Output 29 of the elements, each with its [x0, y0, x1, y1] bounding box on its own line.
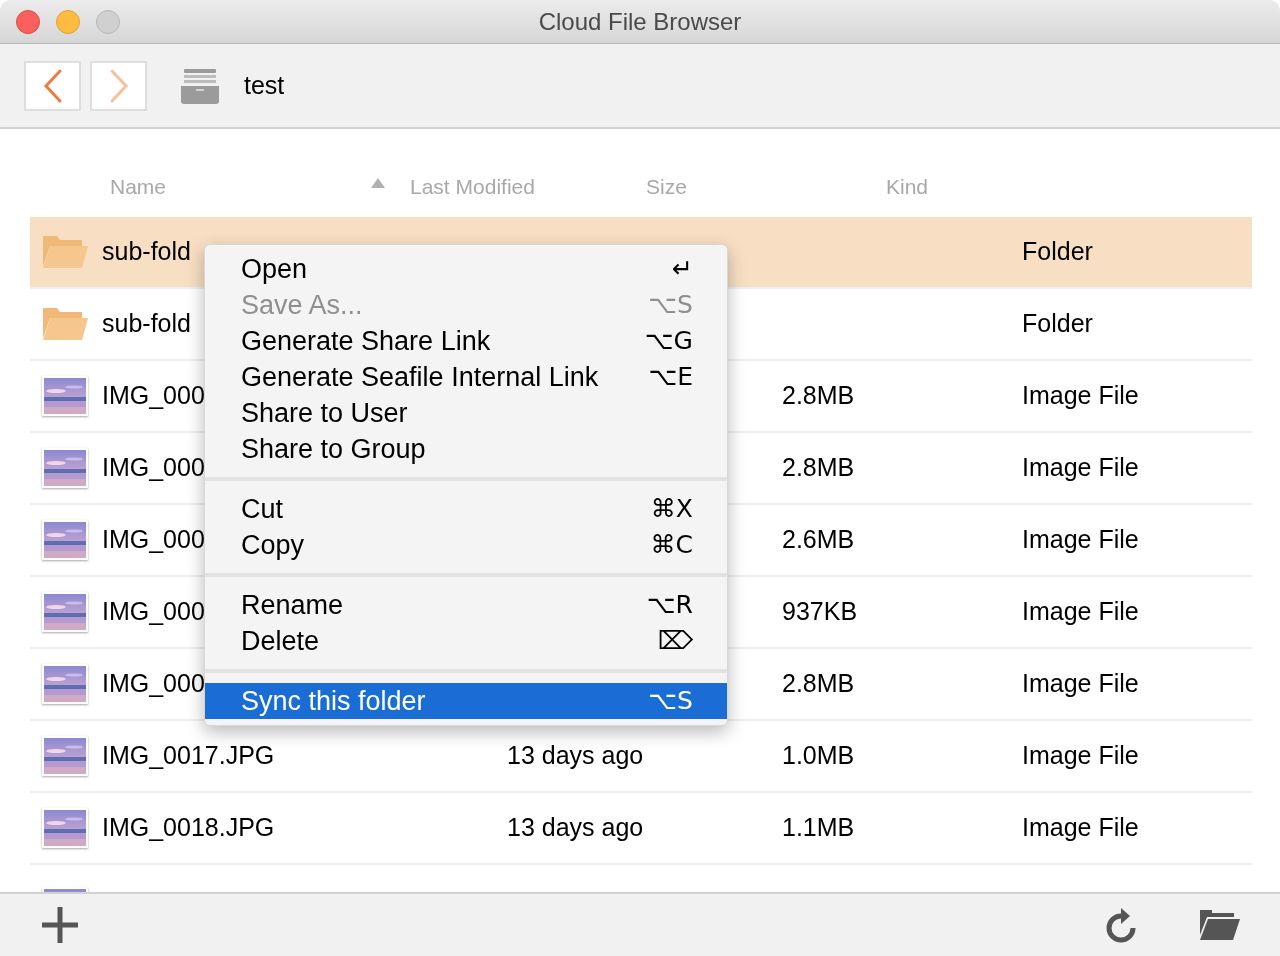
file-kind: Image File: [1022, 381, 1139, 410]
file-kind: Image File: [1022, 525, 1139, 554]
file-name: IMG_000: [102, 597, 205, 626]
file-kind: Folder: [1022, 237, 1093, 266]
file-name: IMG_0017.JPG: [102, 741, 275, 770]
file-name: IMG_0018.JPG: [102, 813, 275, 842]
file-size: 1.0MB: [782, 741, 855, 770]
file-name: sub-fold: [102, 237, 191, 266]
file-name: IMG_000: [102, 381, 205, 410]
modified-date: 13 days ago: [507, 741, 644, 770]
window-title: Cloud File Browser: [538, 6, 742, 37]
file-kind: Image File: [1022, 453, 1139, 482]
file-size: 2.8MB: [782, 381, 855, 410]
file-name: IMG_000: [102, 669, 205, 698]
file-name: IMG_000: [102, 525, 205, 554]
file-kind: Image File: [1022, 741, 1139, 770]
file-name: IMG_000: [102, 453, 205, 482]
file-size: 2.8MB: [782, 669, 855, 698]
file-size: 2.8MB: [782, 453, 855, 482]
file-size: 937KB: [782, 597, 858, 626]
file-kind: Image File: [1022, 813, 1139, 842]
file-size: 1.1MB: [782, 813, 855, 842]
file-size: 2.6MB: [782, 525, 855, 554]
file-kind: Folder: [1022, 309, 1093, 338]
modified-date: 13 days ago: [507, 813, 644, 842]
location-label: test: [244, 69, 285, 101]
file-kind: Image File: [1022, 669, 1139, 698]
file-name: sub-fold: [102, 309, 191, 338]
file-kind: Image File: [1022, 597, 1139, 626]
